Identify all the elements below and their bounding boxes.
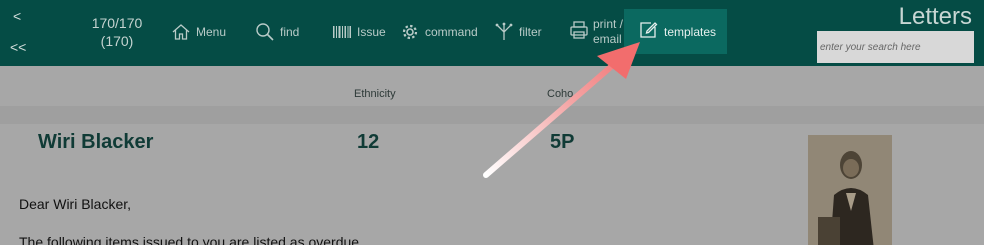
previous-record-button[interactable]: < [13, 8, 21, 24]
menu-label: Menu [196, 25, 227, 39]
edit-icon [638, 20, 658, 43]
printer-icon [569, 20, 589, 43]
search-input[interactable] [817, 31, 974, 63]
filter-label: filter [519, 25, 542, 39]
ethnicity-column-header: Ethnicity [354, 88, 396, 100]
gear-icon [400, 22, 420, 42]
record-counter: 170/170 (170) [86, 14, 148, 50]
header-divider-band [0, 106, 984, 124]
cohort-column-header: Coho [547, 88, 574, 100]
issue-button[interactable]: Issue [332, 18, 386, 46]
find-label: find [280, 25, 300, 39]
toolbar: < << 170/170 (170) Menu find Issue comma… [0, 0, 984, 66]
letter-body-line: The following items issued to you are li… [19, 234, 363, 245]
cohort-value: 5P [550, 131, 575, 153]
letter-greeting: Dear Wiri Blacker, [19, 196, 132, 212]
command-button[interactable]: command [400, 18, 478, 46]
student-name: Wiri Blacker [38, 131, 154, 153]
templates-label: templates [664, 24, 717, 39]
templates-button[interactable]: templates [624, 9, 727, 54]
column-headers: Ethnicity Coho [0, 82, 984, 106]
first-record-button[interactable]: << [10, 39, 26, 55]
page-title: Letters [898, 3, 972, 30]
command-label: command [425, 25, 478, 39]
barcode-icon [332, 24, 352, 40]
filter-button[interactable]: filter [494, 18, 542, 46]
record-counter-position: 170/170 [91, 15, 143, 31]
find-button[interactable]: find [255, 18, 299, 46]
issue-label: Issue [357, 25, 386, 39]
student-photo [808, 135, 892, 245]
ethnicity-value: 12 [357, 131, 380, 153]
search-icon [255, 22, 275, 42]
filter-icon [494, 22, 514, 42]
record-counter-total: (170) [100, 33, 134, 49]
email-label: email [593, 32, 622, 46]
menu-button[interactable]: Menu [171, 18, 226, 46]
home-icon [171, 22, 191, 42]
print-label: print / [593, 17, 624, 31]
